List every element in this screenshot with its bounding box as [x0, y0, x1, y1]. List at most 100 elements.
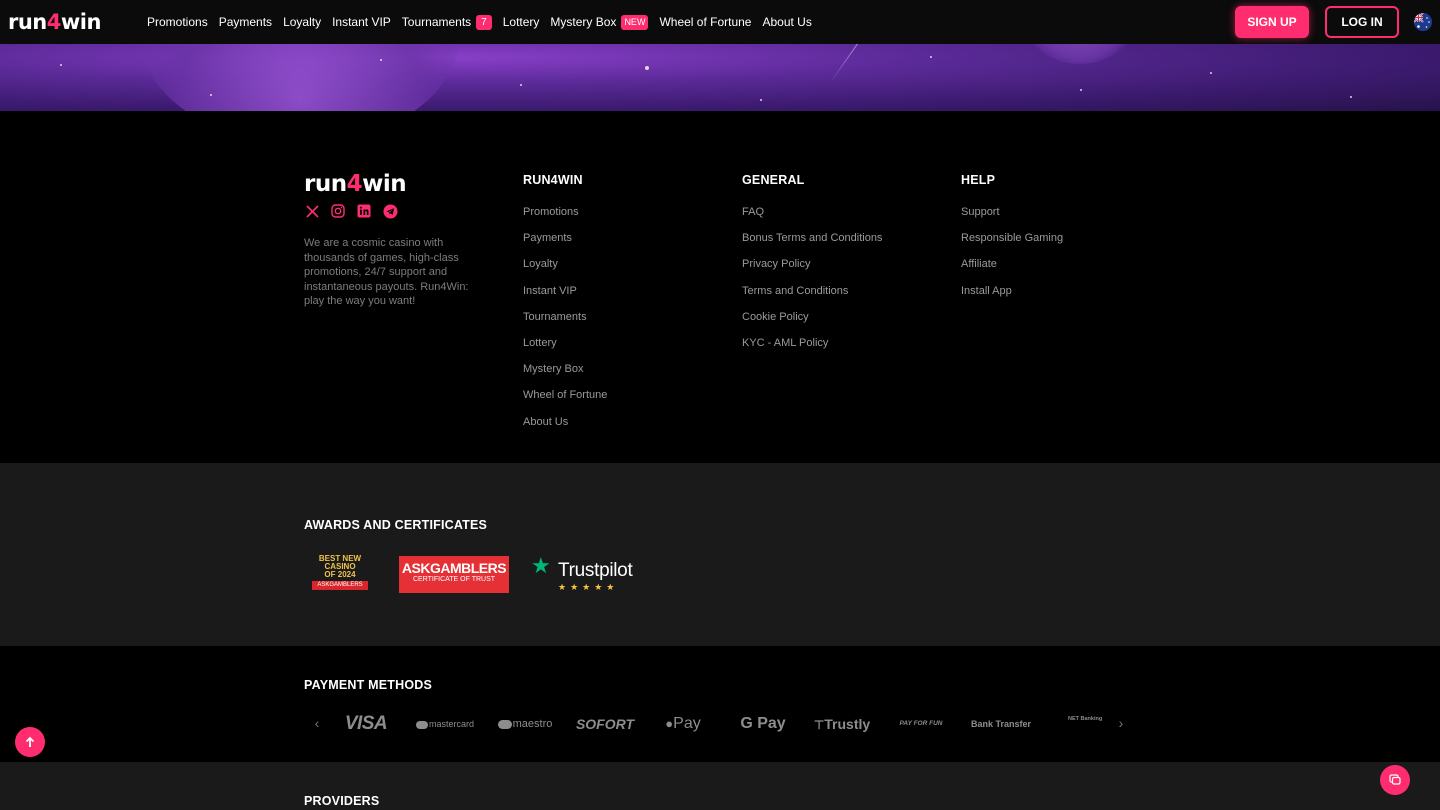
footer-link-wheel-of-fortune[interactable]: Wheel of Fortune	[523, 389, 607, 415]
nav-mystery-box[interactable]: Mystery Box NEW	[550, 14, 649, 30]
net-banking-logo: NET Banking	[1068, 716, 1103, 722]
footer-links-section: run4win We are a cosmic casino with thou…	[0, 111, 1440, 463]
planet-decoration	[1020, 44, 1140, 64]
pay-for-fun-logo: PAY FOR FUN	[899, 720, 943, 727]
best-new-casino-award[interactable]: BEST NEW CASINO OF 2024 ASKGAMBLERS	[304, 555, 376, 595]
logo-text-win: win	[362, 171, 407, 197]
apple-icon: ●	[665, 716, 674, 731]
x-icon[interactable]	[304, 203, 320, 219]
askgamblers-certificate[interactable]: ASKGAMBLERS CERTIFICATE OF TRUST	[399, 556, 509, 593]
trustpilot-badge[interactable]: ★ Trustpilot ★★★★★	[531, 554, 641, 596]
live-chat-button[interactable]	[1380, 765, 1410, 795]
footer-link-promotions[interactable]: Promotions	[523, 206, 607, 232]
nav-lottery[interactable]: Lottery	[503, 15, 540, 29]
apple-pay-logo: ●Pay	[658, 712, 708, 736]
footer-link-instant-vip[interactable]: Instant VIP	[523, 285, 607, 311]
logo-text-four: 4	[346, 171, 363, 197]
askgamblers-name: ASKGAMBLERS	[401, 560, 507, 576]
nav-label: Loyalty	[283, 15, 322, 29]
chevron-left-icon[interactable]: ‹	[310, 712, 324, 736]
new-badge: NEW	[621, 14, 649, 30]
trustly-icon: ⊤	[813, 718, 825, 732]
footer-link-bonus-terms[interactable]: Bonus Terms and Conditions	[742, 232, 882, 258]
bank-transfer-logo: Bank Transfer	[970, 719, 1032, 729]
signup-button[interactable]: SIGN UP	[1235, 6, 1309, 38]
mastercard-logo: mastercard	[412, 712, 478, 736]
nav-label: Lottery	[502, 15, 540, 29]
scroll-to-top-button[interactable]	[15, 727, 45, 757]
askgamblers-sub: CERTIFICATE OF TRUST	[412, 576, 496, 583]
nav-loyalty[interactable]: Loyalty	[283, 15, 321, 29]
nav-label: About Us	[762, 15, 812, 29]
awards-title: AWARDS AND CERTIFICATES	[304, 518, 488, 532]
star-decoration	[520, 84, 522, 86]
nav-tournaments[interactable]: Tournaments 7	[401, 14, 492, 30]
star-decoration	[1210, 72, 1212, 74]
nav-label: Tournaments	[401, 15, 472, 29]
top-header: run4win Promotions Payments Loyalty Inst…	[0, 0, 1440, 44]
nav-wheel-of-fortune[interactable]: Wheel of Fortune	[659, 15, 751, 29]
mastercard-circles-icon	[415, 720, 428, 729]
trustpilot-name: Trustpilot	[558, 560, 633, 581]
apple-pay-label: Pay	[673, 715, 701, 732]
chevron-right-icon[interactable]: ›	[1114, 712, 1128, 736]
payment-carousel: ‹ VISA mastercard maestro SOFORT ●Pay G …	[310, 712, 1130, 736]
login-button[interactable]: LOG IN	[1325, 6, 1399, 38]
trustly-logo: ⊤Trustly	[808, 712, 876, 736]
footer-column-help: HELP Support Responsible Gaming Affiliat…	[961, 173, 1063, 311]
footer-column-title: RUN4WIN	[523, 173, 583, 187]
telegram-icon[interactable]	[382, 203, 398, 219]
star-decoration	[380, 59, 382, 61]
footer-link-install-app[interactable]: Install App	[961, 285, 1063, 311]
footer-link-cookie-policy[interactable]: Cookie Policy	[742, 311, 882, 337]
providers-section: PROVIDERS	[0, 762, 1440, 810]
footer-link-payments[interactable]: Payments	[523, 232, 607, 258]
trustly-label: Trustly	[824, 716, 871, 732]
chat-icon	[1389, 774, 1401, 785]
nav-promotions[interactable]: Promotions	[147, 15, 208, 29]
logo-text-win: win	[60, 10, 102, 34]
nav-label: Payments	[218, 15, 273, 29]
award-line: OF 2024	[324, 570, 356, 579]
instagram-icon[interactable]	[330, 203, 346, 219]
star-decoration	[760, 99, 762, 101]
star-decoration	[1350, 96, 1352, 98]
footer-link-loyalty[interactable]: Loyalty	[523, 258, 607, 284]
footer-link-mystery-box[interactable]: Mystery Box	[523, 363, 607, 389]
mastercard-label: mastercard	[428, 719, 474, 729]
footer-link-support[interactable]: Support	[961, 206, 1063, 232]
footer-link-affiliate[interactable]: Affiliate	[961, 258, 1063, 284]
footer-link-about-us[interactable]: About Us	[523, 416, 607, 442]
australia-flag-icon[interactable]	[1414, 13, 1432, 31]
providers-title: PROVIDERS	[304, 794, 380, 808]
maestro-logo: maestro	[492, 712, 558, 736]
maestro-label: maestro	[512, 718, 553, 730]
footer-link-lottery[interactable]: Lottery	[523, 337, 607, 363]
hero-banner-bottom	[0, 44, 1440, 111]
trustpilot-rating-stars: ★★★★★	[558, 582, 619, 592]
google-pay-logo: G Pay	[740, 715, 786, 732]
payment-methods-section: PAYMENT METHODS ‹ VISA mastercard maestr…	[0, 646, 1440, 762]
social-links	[304, 203, 398, 219]
nav-instant-vip[interactable]: Instant VIP	[332, 15, 391, 29]
footer-link-tournaments[interactable]: Tournaments	[523, 311, 607, 337]
logo-text-four: 4	[46, 10, 62, 34]
footer-column-title: HELP	[961, 173, 996, 187]
nav-payments[interactable]: Payments	[219, 15, 272, 29]
site-logo[interactable]: run4win	[8, 10, 101, 34]
footer-link-responsible-gaming[interactable]: Responsible Gaming	[961, 232, 1063, 258]
nav-about-us[interactable]: About Us	[762, 15, 811, 29]
footer-link-terms[interactable]: Terms and Conditions	[742, 285, 882, 311]
nav-label: Mystery Box	[550, 15, 617, 29]
nav-label: Wheel of Fortune	[659, 15, 752, 29]
footer-column-title: GENERAL	[742, 173, 805, 187]
main-nav: Promotions Payments Loyalty Instant VIP …	[147, 0, 823, 44]
logo-text-run: run	[304, 171, 347, 197]
footer-about-text: We are a cosmic casino with thousands of…	[304, 237, 469, 308]
nav-label: Promotions	[147, 15, 208, 29]
linkedin-icon[interactable]	[356, 203, 372, 219]
footer-link-kyc-aml[interactable]: KYC - AML Policy	[742, 337, 882, 363]
footer-link-faq[interactable]: FAQ	[742, 206, 882, 232]
footer-logo[interactable]: run4win	[304, 171, 407, 197]
footer-link-privacy-policy[interactable]: Privacy Policy	[742, 258, 882, 284]
